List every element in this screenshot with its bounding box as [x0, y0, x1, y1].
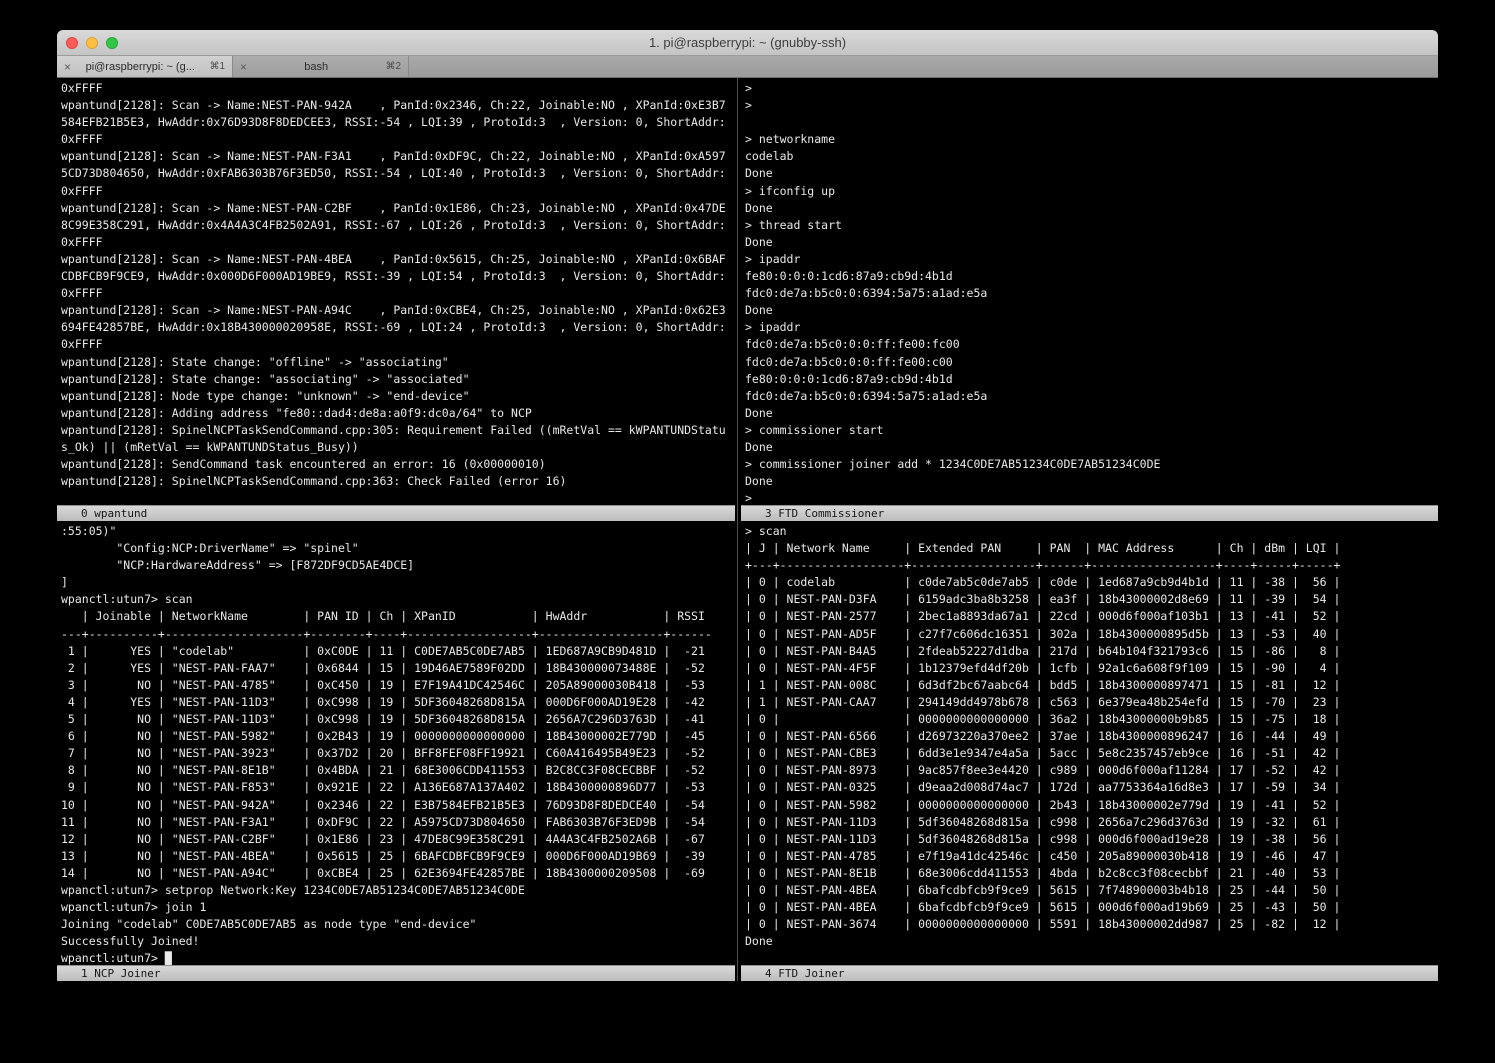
terminal-area: 0xFFFF wpantund[2128]: Scan -> Name:NEST… — [57, 78, 1438, 1035]
pane-wpantund-title-bar[interactable]: 0 wpantund — [57, 505, 735, 521]
tab-bar: × pi@raspberrypi: ~ (g... ⌘1 × bash ⌘2 — [57, 56, 1438, 78]
desktop-background: 1. pi@raspberrypi: ~ (gnubby-ssh) × pi@r… — [0, 0, 1495, 1063]
minimize-window-button[interactable] — [86, 37, 98, 49]
pane-title: 1 NCP Joiner — [81, 967, 160, 980]
pane-ftd-joiner-output[interactable]: > scan | J | Network Name | Extended PAN… — [741, 521, 1438, 965]
pane-title: 3 FTD Commissioner — [765, 507, 884, 520]
pane-ncp-joiner-output[interactable]: :55:05)" "Config:NCP:DriverName" => "spi… — [57, 521, 735, 965]
tab-bar-empty-area — [409, 56, 1438, 77]
window-bottom-margin — [57, 981, 1438, 1035]
pane-ftd-joiner: > scan | J | Network Name | Extended PAN… — [741, 521, 1438, 981]
tab-close-icon[interactable]: × — [64, 61, 71, 73]
pane-row-top: 0xFFFF wpantund[2128]: Scan -> Name:NEST… — [57, 78, 1438, 521]
window-title: 1. pi@raspberrypi: ~ (gnubby-ssh) — [649, 35, 846, 50]
pane-title: 0 wpantund — [81, 507, 147, 520]
pane-ftd-commissioner-output[interactable]: > > > networkname codelab Done > ifconfi… — [741, 78, 1438, 505]
pane-ftd-joiner-title-bar[interactable]: 4 FTD Joiner — [741, 965, 1438, 981]
tab-ssh-session[interactable]: × pi@raspberrypi: ~ (g... ⌘1 — [57, 56, 233, 77]
pane-ncp-joiner-title-bar[interactable]: 1 NCP Joiner — [57, 965, 735, 981]
zoom-window-button[interactable] — [106, 37, 118, 49]
pane-ftd-commissioner: > > > networkname codelab Done > ifconfi… — [741, 78, 1438, 521]
tab-shortcut: ⌘1 — [209, 61, 225, 72]
pane-ftd-commissioner-title-bar[interactable]: 3 FTD Commissioner — [741, 505, 1438, 521]
pane-divider-vertical[interactable] — [735, 78, 741, 521]
tab-label: pi@raspberrypi: ~ (g... — [76, 61, 204, 73]
pane-title: 4 FTD Joiner — [765, 967, 844, 980]
terminal-window: 1. pi@raspberrypi: ~ (gnubby-ssh) × pi@r… — [57, 30, 1438, 1035]
tab-label: bash — [252, 61, 380, 73]
tab-close-icon[interactable]: × — [240, 61, 247, 73]
window-titlebar[interactable]: 1. pi@raspberrypi: ~ (gnubby-ssh) — [57, 30, 1438, 56]
tab-shortcut: ⌘2 — [385, 61, 401, 72]
tab-bash[interactable]: × bash ⌘2 — [233, 56, 409, 77]
pane-divider-vertical[interactable] — [735, 521, 741, 981]
pane-ncp-joiner: :55:05)" "Config:NCP:DriverName" => "spi… — [57, 521, 735, 981]
pane-wpantund: 0xFFFF wpantund[2128]: Scan -> Name:NEST… — [57, 78, 735, 521]
traffic-lights — [66, 30, 118, 55]
pane-wpantund-output[interactable]: 0xFFFF wpantund[2128]: Scan -> Name:NEST… — [57, 78, 735, 505]
close-window-button[interactable] — [66, 37, 78, 49]
pane-row-bottom: :55:05)" "Config:NCP:DriverName" => "spi… — [57, 521, 1438, 981]
